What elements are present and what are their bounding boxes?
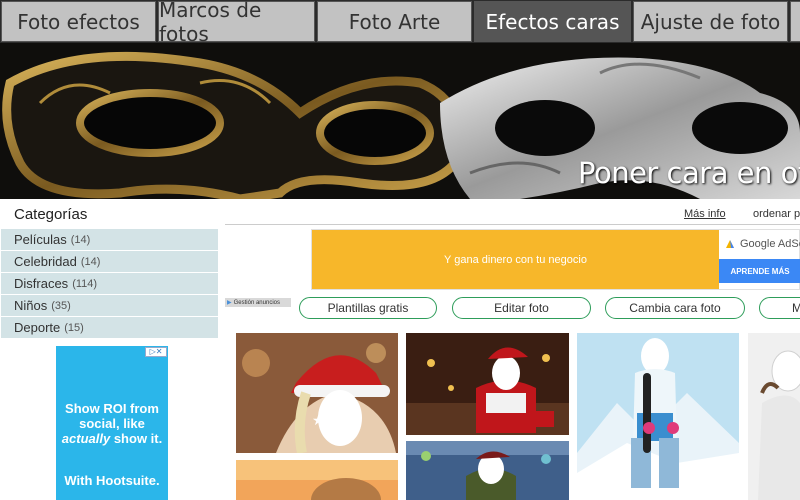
category-count: (14): [80, 255, 101, 268]
more-info-link[interactable]: Más info: [684, 208, 726, 220]
ad-headline: Show ROI from social, like actually show…: [61, 401, 163, 446]
category-disfraces[interactable]: Disfraces (114): [1, 273, 218, 295]
tab-efectos-caras[interactable]: Efectos caras: [474, 1, 631, 42]
category-label: Niños: [14, 298, 48, 313]
tab-foto-arte[interactable]: Foto Arte: [317, 1, 472, 42]
ad-subline: With Hootsuite.: [64, 473, 160, 488]
adsense-icon: [726, 240, 734, 248]
play-icon: ▶: [227, 300, 232, 306]
photo-sunset-kid[interactable]: [236, 460, 398, 500]
category-list: Películas (14) Celebridad (14) Disfraces (1…: [1, 229, 218, 339]
banner-title: Poner cara en otro c: [578, 156, 800, 190]
google-adsense-logo: Google AdSen: [724, 238, 800, 250]
hero-banner: Poner cara en otro c: [0, 43, 800, 199]
divider: [225, 224, 800, 225]
category-deporte[interactable]: Deporte (15): [1, 317, 218, 339]
photo-santa-hat-girl[interactable]: ★: [236, 333, 398, 453]
pill-plantillas-gratis[interactable]: Plantillas gratis: [299, 297, 437, 319]
category-ninos[interactable]: Niños (35): [1, 295, 218, 317]
category-count: (35): [51, 299, 71, 312]
category-label: Deporte: [14, 320, 61, 335]
adchoices-icon[interactable]: ▷✕: [145, 347, 167, 357]
category-count: (15): [64, 321, 84, 334]
tab-foto-efectos[interactable]: Foto efectos: [1, 1, 156, 42]
category-count: (114): [72, 277, 98, 290]
ad-management-label[interactable]: ▶ Gestión anuncios: [225, 298, 291, 307]
adsense-banner[interactable]: Y gana dinero con tu negocio Google AdSe…: [311, 229, 800, 290]
photo-wedding-dress[interactable]: [748, 333, 800, 500]
sunset-kid-image: [236, 460, 398, 500]
category-peliculas[interactable]: Películas (14): [1, 229, 218, 251]
category-label: Disfraces: [14, 276, 69, 291]
category-label: Películas: [14, 232, 67, 247]
santa-hat-girl-image: ★: [236, 333, 398, 453]
photo-snowboard-girl[interactable]: [577, 333, 739, 500]
sort-label[interactable]: ordenar p: [753, 208, 800, 220]
photo-soldier-helicopter[interactable]: [406, 441, 569, 500]
ad-banner-text: Y gana dinero con tu negocio: [312, 230, 719, 289]
wedding-dress-image: [748, 333, 800, 500]
tab-marcos-de-fotos[interactable]: Marcos de fotos: [158, 0, 315, 46]
category-label: Celebridad: [14, 254, 77, 269]
photo-santa-christmas-room[interactable]: [406, 333, 569, 435]
snowboard-girl-image: [577, 333, 739, 500]
top-nav-tabs: Foto efectos Marcos de fotos Foto Arte E…: [0, 0, 800, 46]
pill-editar-foto[interactable]: Editar foto: [452, 297, 591, 319]
tab-ajuste-de-foto[interactable]: Ajuste de foto: [633, 1, 788, 42]
pill-more[interactable]: M: [759, 297, 800, 319]
tab-overflow[interactable]: [790, 1, 800, 42]
svg-text:★: ★: [312, 413, 325, 429]
categories-heading: Categorías: [14, 206, 88, 223]
pill-cambia-cara-foto[interactable]: Cambia cara foto: [605, 297, 745, 319]
sidebar-ad[interactable]: ▷✕ Show ROI from social, like actually s…: [56, 346, 168, 500]
ad-learn-more-button[interactable]: APRENDE MÁS: [719, 259, 800, 283]
santa-christmas-room-image: [406, 333, 569, 435]
category-celebridad[interactable]: Celebridad (14): [1, 251, 218, 273]
category-count: (14): [70, 233, 91, 246]
soldier-helicopter-image: [406, 441, 569, 500]
